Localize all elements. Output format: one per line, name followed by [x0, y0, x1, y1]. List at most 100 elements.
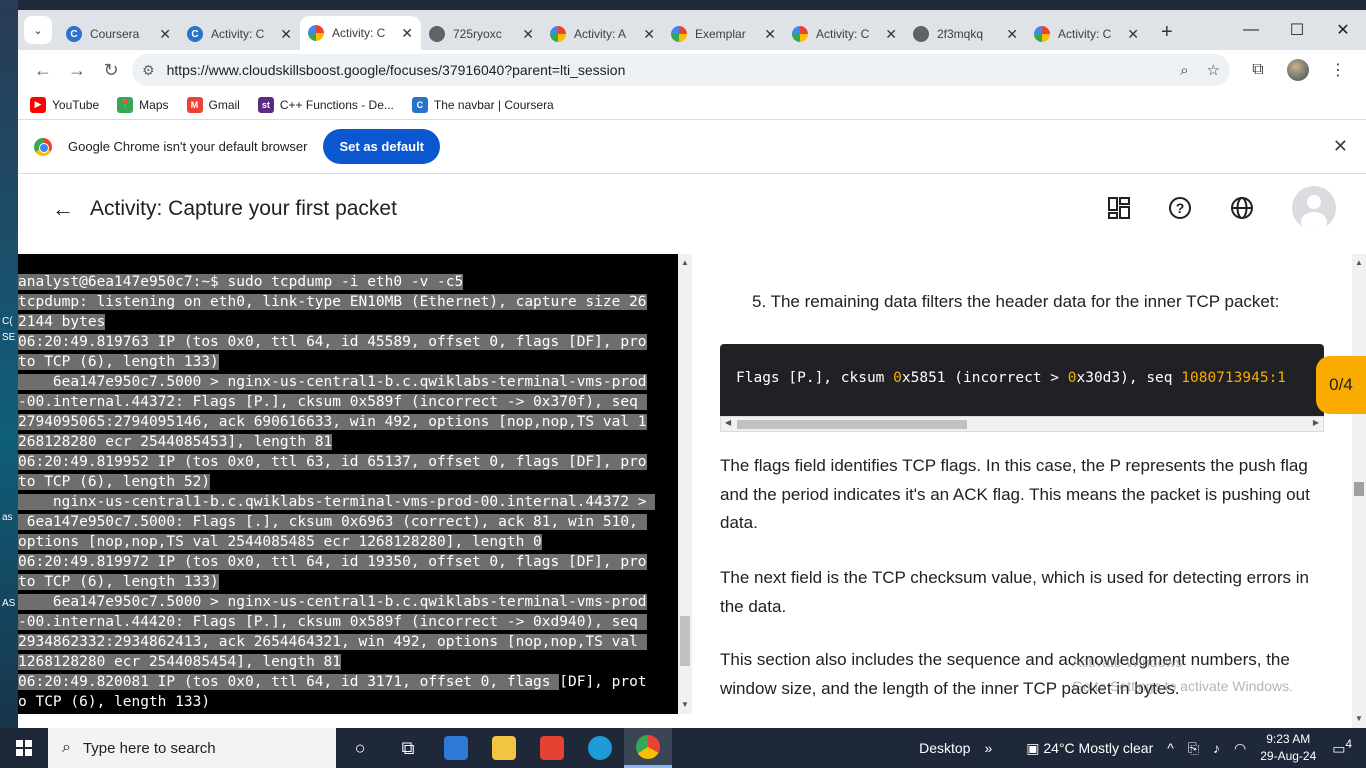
browser-tab[interactable]: C Coursera ✕: [58, 18, 179, 50]
wifi-icon[interactable]: ◠: [1234, 740, 1246, 757]
scrollbar-thumb[interactable]: [1354, 482, 1364, 496]
cloud-favicon-icon: [792, 26, 808, 42]
terminal-line: 06:20:49.820081 IP (tos 0x0, ttl 64, id …: [18, 674, 647, 690]
cloud-favicon-icon: [308, 25, 324, 41]
close-tab-icon[interactable]: ✕: [522, 26, 534, 43]
scroll-up-icon[interactable]: ▲: [681, 258, 689, 267]
reload-button[interactable]: ↻: [94, 53, 128, 87]
new-tab-button[interactable]: +: [1161, 21, 1173, 44]
close-window-button[interactable]: ✕: [1320, 10, 1366, 50]
scroll-down-icon[interactable]: ▼: [1355, 714, 1363, 723]
browser-tab[interactable]: 725ryoxc ✕: [421, 18, 542, 50]
clock[interactable]: 9:23 AM 29-Aug-24: [1260, 731, 1316, 765]
wps-office-icon[interactable]: [528, 728, 576, 768]
network-icon[interactable]: ⎘: [1188, 740, 1199, 757]
page-header: ← Activity: Capture your first packet ?: [18, 174, 1366, 244]
dashboard-icon[interactable]: [1108, 197, 1130, 219]
page-scrollbar[interactable]: ▲ ▼: [1352, 254, 1366, 728]
scrollbar-thumb[interactable]: [680, 616, 690, 666]
browser-tab[interactable]: Activity: C ✕: [784, 18, 905, 50]
bookmark-item[interactable]: M Gmail: [186, 96, 240, 113]
start-button[interactable]: [0, 728, 48, 768]
scroll-up-icon[interactable]: ▲: [1355, 258, 1363, 267]
lab-content: analyst@6ea147e950c7:~$ sudo tcpdump -i …: [18, 254, 1366, 728]
terminal-line: to TCP (6), length 133): [18, 574, 219, 590]
close-tab-icon[interactable]: ✕: [1127, 26, 1139, 43]
bookmark-item[interactable]: 📍 Maps: [117, 96, 169, 113]
edge-browser-icon[interactable]: [576, 728, 624, 768]
weather-widget[interactable]: ▣ 24°C Mostly clear: [1026, 740, 1153, 757]
profile-avatar[interactable]: [1278, 59, 1318, 81]
taskbar-search[interactable]: ⌕ Type here to search: [48, 728, 336, 768]
coursera-favicon-icon: C: [187, 26, 203, 42]
mail-app-icon[interactable]: [432, 728, 480, 768]
minimize-button[interactable]: —: [1228, 10, 1274, 50]
tab-title: Coursera: [90, 27, 140, 41]
browser-tab[interactable]: Exemplar ✕: [663, 18, 784, 50]
close-tab-icon[interactable]: ✕: [159, 26, 171, 43]
scroll-right-icon[interactable]: ▶: [1313, 418, 1319, 427]
code-scrollbar[interactable]: ◀ ▶: [720, 416, 1324, 432]
notification-icon[interactable]: ▭4: [1332, 738, 1352, 758]
browser-tab[interactable]: C Activity: C ✕: [179, 18, 300, 50]
search-placeholder: Type here to search: [82, 739, 216, 757]
tab-list: C Coursera ✕ C Activity: C ✕ Activity: C ✕ 725ry…: [58, 10, 1147, 50]
default-browser-infobar: Google Chrome isn't your default browser…: [18, 120, 1366, 174]
close-tab-icon[interactable]: ✕: [1006, 26, 1018, 43]
browser-tab[interactable]: 2f3mqkq ✕: [905, 18, 1026, 50]
bookmark-icon: 📍: [117, 96, 134, 113]
task-view-icon[interactable]: ⧉: [384, 728, 432, 768]
scroll-left-icon[interactable]: ◀: [725, 418, 731, 427]
url-text[interactable]: https://www.cloudskillsboost.google/focu…: [167, 62, 1163, 78]
user-avatar[interactable]: [1292, 186, 1336, 230]
desktop-toolbar-label[interactable]: Desktop: [919, 740, 970, 756]
browser-tab[interactable]: Activity: C ✕: [300, 16, 421, 50]
bookmark-item[interactable]: ▶ YouTube: [30, 96, 99, 113]
forward-button[interactable]: →: [60, 53, 94, 87]
bookmark-icon: st: [257, 96, 274, 113]
maximize-button[interactable]: ☐: [1274, 10, 1320, 50]
chrome-taskbar-icon[interactable]: [624, 728, 672, 768]
progress-badge[interactable]: 0/4: [1316, 356, 1366, 414]
tab-title: Activity: A: [574, 27, 627, 41]
close-tab-icon[interactable]: ✕: [885, 26, 897, 43]
zoom-icon[interactable]: ⌕: [1180, 62, 1188, 79]
close-icon[interactable]: ✕: [1333, 136, 1348, 157]
terminal-output[interactable]: analyst@6ea147e950c7:~$ sudo tcpdump -i …: [18, 254, 678, 712]
extensions-icon[interactable]: ⧉: [1238, 61, 1278, 79]
terminal-line: 2934862332:2934862413, ack 2654464321, w…: [18, 634, 647, 650]
terminal-scrollbar[interactable]: ▲ ▼: [678, 254, 692, 714]
bookmark-label: The navbar | Coursera: [433, 97, 554, 112]
bookmark-label: Maps: [139, 97, 169, 112]
scroll-down-icon[interactable]: ▼: [681, 700, 689, 709]
menu-icon[interactable]: ⋮: [1318, 60, 1358, 80]
terminal-line: to TCP (6), length 133): [18, 354, 219, 370]
language-globe-icon[interactable]: [1230, 196, 1254, 220]
cortana-icon[interactable]: ○: [336, 728, 384, 768]
volume-icon[interactable]: ♪: [1213, 740, 1220, 756]
file-explorer-icon[interactable]: [480, 728, 528, 768]
terminal-line: 06:20:49.819763 IP (tos 0x0, ttl 64, id …: [18, 334, 647, 350]
back-arrow-icon[interactable]: ←: [52, 196, 74, 222]
scrollbar-thumb[interactable]: [737, 420, 967, 429]
address-bar[interactable]: ⚙ https://www.cloudskillsboost.google/fo…: [132, 54, 1230, 86]
close-tab-icon[interactable]: ✕: [401, 25, 413, 42]
terminal-line: o TCP (6), length 133): [18, 694, 211, 710]
site-info-icon[interactable]: ⚙: [142, 62, 155, 79]
set-default-button[interactable]: Set as default: [323, 129, 441, 164]
browser-tab[interactable]: Activity: C ✕: [1026, 18, 1147, 50]
bookmark-item[interactable]: C The navbar | Coursera: [411, 96, 554, 113]
chevron-icon[interactable]: »: [984, 740, 992, 756]
close-tab-icon[interactable]: ✕: [643, 26, 655, 43]
paragraph-flags: The flags field identifies TCP flags. In…: [720, 456, 1310, 532]
close-tab-icon[interactable]: ✕: [280, 26, 292, 43]
bookmark-item[interactable]: st C++ Functions - De...: [257, 96, 394, 113]
terminal-panel[interactable]: analyst@6ea147e950c7:~$ sudo tcpdump -i …: [18, 254, 678, 714]
help-icon[interactable]: ?: [1168, 196, 1192, 220]
show-hidden-icons[interactable]: ^: [1167, 740, 1174, 756]
bookmark-star-icon[interactable]: ☆: [1207, 61, 1220, 79]
back-button[interactable]: ←: [26, 53, 60, 87]
browser-tab[interactable]: Activity: A ✕: [542, 18, 663, 50]
tab-search-button[interactable]: ⌄: [24, 16, 52, 44]
close-tab-icon[interactable]: ✕: [764, 26, 776, 43]
